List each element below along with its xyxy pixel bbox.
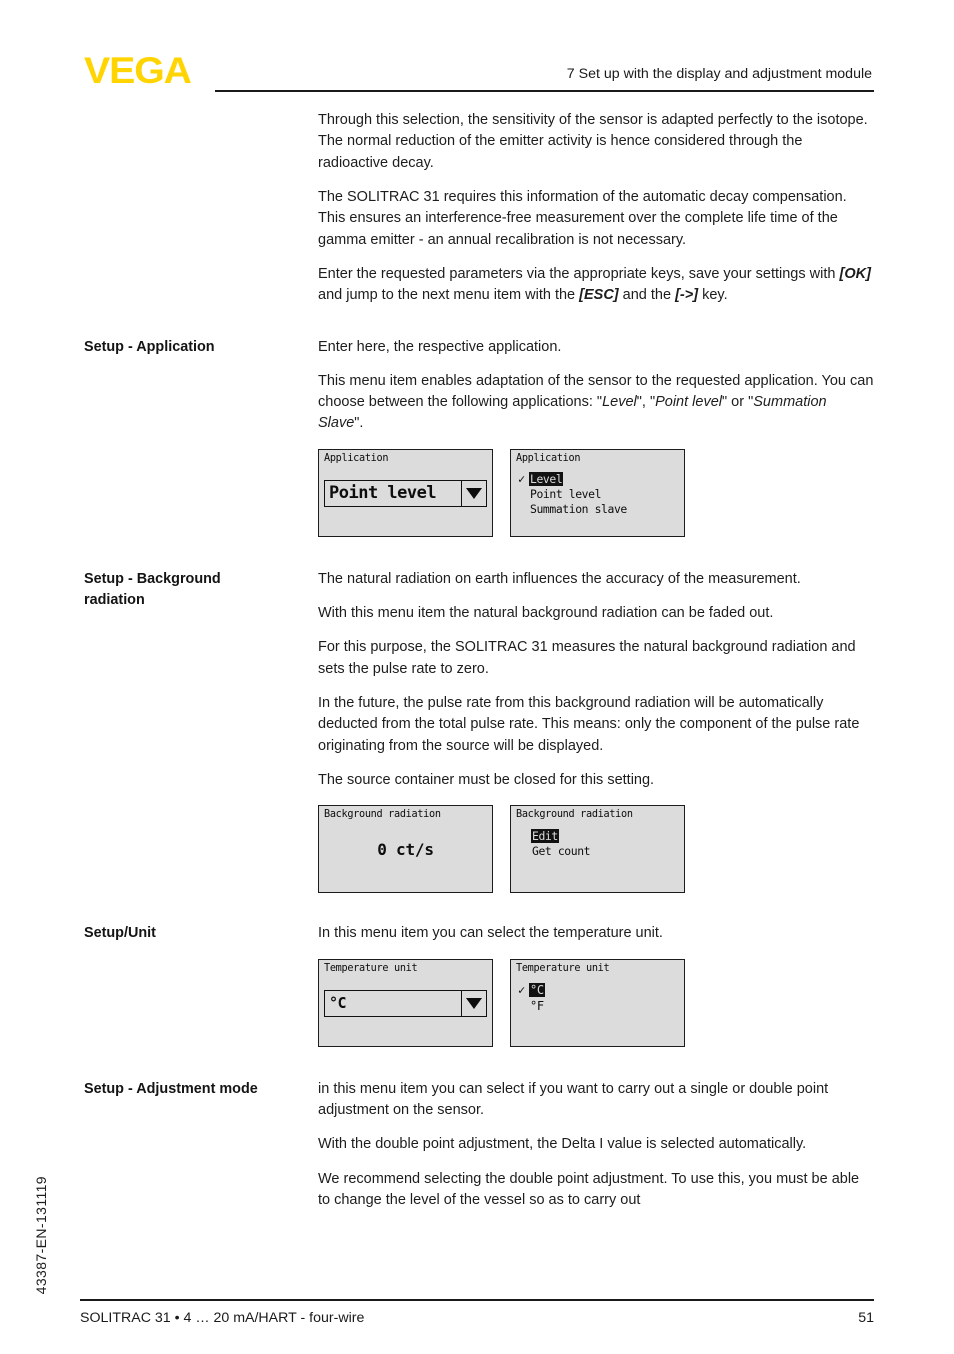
- section-body-adjustment: in this menu item you can select if you …: [318, 1079, 954, 1212]
- lcd-option-summation-slave[interactable]: Summation slave: [518, 502, 680, 517]
- background-paragraph-2: With this menu item the natural backgrou…: [318, 605, 774, 622]
- application-term-level: Level: [602, 394, 637, 411]
- vega-logo: VEGA: [84, 50, 192, 91]
- section-body-unit: In this menu item you can select the tem…: [318, 923, 954, 1052]
- lcd-unit-list: Temperature unit ✓ °C °F: [510, 958, 685, 1047]
- application-p2-part-b: ", ": [636, 394, 656, 411]
- lcd-option-level-label: Level: [529, 472, 564, 487]
- lcd-option-list-unit: ✓ °C °F: [518, 982, 680, 1014]
- check-icon: ✓: [518, 472, 525, 487]
- lcd-option-edit-label: Edit: [531, 828, 559, 843]
- footer-document-line: SOLITRAC 31 • 4 … 20 mA/HART - four-wire: [80, 1310, 365, 1326]
- intro-paragraph-1: Through this selection, the sensitivity …: [318, 112, 868, 171]
- application-p2-part-d: ".: [354, 415, 364, 432]
- intro-paragraph-3: Enter the requested parameters via the a…: [318, 264, 874, 307]
- application-paragraph-2: This menu item enables adaptation of the…: [318, 371, 874, 435]
- section-setup-unit: Setup/Unit In this menu item you can sel…: [0, 923, 954, 1052]
- document-code: 43387-EN-131119: [33, 1175, 49, 1294]
- page-header: VEGA 7 Set up with the display and adjus…: [0, 0, 954, 100]
- section-label-adjustment-col: Setup - Adjustment mode: [0, 1079, 318, 1100]
- lcd-background-menu: Background radiation Edit Get count: [510, 805, 685, 894]
- lcd-application-closed: Application Point level: [318, 448, 493, 537]
- intro-p3-part-b: and jump to the next menu item with the: [318, 287, 580, 304]
- lcd-dropdown-application[interactable]: Point level: [324, 479, 487, 507]
- lcd-title-background-right: Background radiation: [516, 809, 633, 821]
- section-label-unit: Setup/Unit: [84, 925, 156, 942]
- chevron-down-icon[interactable]: [461, 480, 486, 506]
- lcd-option-get-count-label: Get count: [532, 843, 591, 858]
- intro-p3-part-d: key.: [698, 287, 728, 304]
- lcd-option-list-application: ✓ Level Point level Summation slave: [518, 472, 680, 517]
- intro-paragraph-2: The SOLITRAC 31 requires this informatio…: [318, 188, 847, 248]
- lcd-dropdown-unit[interactable]: °C: [324, 989, 487, 1017]
- page-content: Through this selection, the sensitivity …: [0, 110, 954, 1211]
- lcd-option-edit[interactable]: Edit: [531, 828, 680, 843]
- lcd-option-get-count[interactable]: Get count: [531, 843, 680, 858]
- application-p2-part-c: " or ": [722, 394, 754, 411]
- lcd-title-unit-right: Temperature unit: [516, 962, 610, 974]
- section-setup-background-radiation: Setup - Background radiation The natural…: [0, 569, 954, 900]
- footer-divider: [80, 1299, 874, 1301]
- lcd-option-fahrenheit[interactable]: °F: [518, 998, 680, 1014]
- background-paragraph-5: The source container must be closed for …: [318, 771, 655, 788]
- background-paragraph-1: The natural radiation on earth influence…: [318, 570, 801, 587]
- intro-body: Through this selection, the sensitivity …: [318, 110, 954, 307]
- chevron-down-icon[interactable]: [461, 990, 486, 1016]
- section-label-application-col: Setup - Application: [0, 337, 318, 358]
- lcd-option-point-level-label: Point level: [530, 487, 602, 502]
- check-icon: ✓: [518, 982, 525, 997]
- lcd-dropdown-application-value: Point level: [329, 483, 437, 504]
- application-paragraph-1: Enter here, the respective application.: [318, 338, 562, 355]
- intro-p3-part-c: and the: [618, 287, 676, 304]
- background-paragraph-4: In the future, the pulse rate from this …: [318, 695, 860, 754]
- lcd-application-list: Application ✓ Level Point level Summation…: [510, 448, 685, 537]
- lcd-title-background-left: Background radiation: [324, 809, 441, 821]
- lcd-background-value: Background radiation 0 ct/s: [318, 805, 493, 894]
- lcd-option-point-level[interactable]: Point level: [518, 487, 680, 502]
- lcd-dropdown-unit-value: °C: [329, 994, 347, 1013]
- chapter-title: 7 Set up with the display and adjustment…: [566, 66, 872, 82]
- lcd-title-application-left: Application: [324, 452, 389, 464]
- lcd-background-count-value: 0 ct/s: [377, 840, 434, 860]
- adjustment-paragraph-3: We recommend selecting the double point …: [318, 1170, 860, 1208]
- lcd-pair-background: Background radiation 0 ct/s Background r…: [318, 805, 874, 894]
- lcd-pair-application: Application Point level Application ✓ Lev…: [318, 448, 874, 537]
- lcd-title-application-right: Application: [516, 452, 581, 464]
- lcd-option-list-background: Edit Get count: [531, 828, 680, 858]
- section-setup-adjustment-mode: Setup - Adjustment mode in this menu ite…: [0, 1079, 954, 1212]
- lcd-option-celsius-label: °C: [529, 982, 545, 997]
- section-body-background: The natural radiation on earth influence…: [318, 569, 954, 900]
- lcd-title-unit-left: Temperature unit: [324, 962, 418, 974]
- section-body-application: Enter here, the respective application. …: [318, 337, 954, 543]
- section-label-application: Setup - Application: [84, 338, 215, 355]
- lcd-option-summation-slave-label: Summation slave: [530, 502, 627, 517]
- lcd-option-fahrenheit-label: °F: [530, 998, 544, 1013]
- adjustment-paragraph-1: in this menu item you can select if you …: [318, 1080, 829, 1118]
- key-arrow: [->]: [675, 287, 699, 304]
- lcd-unit-closed: Temperature unit °C: [318, 958, 493, 1047]
- intro-p3-part-a: Enter the requested parameters via the a…: [318, 265, 840, 282]
- lcd-pair-unit: Temperature unit °C Temperature unit ✓ °C…: [318, 958, 874, 1047]
- background-paragraph-3: For this purpose, the SOLITRAC 31 measur…: [318, 639, 856, 677]
- unit-paragraph-1: In this menu item you can select the tem…: [318, 925, 663, 942]
- intro-block: Through this selection, the sensitivity …: [0, 110, 954, 307]
- section-label-background-line1: Setup - Background: [84, 570, 221, 587]
- section-label-background-line2: radiation: [84, 591, 145, 608]
- section-label-adjustment: Setup - Adjustment mode: [84, 1080, 258, 1097]
- page-number: 51: [858, 1310, 874, 1326]
- lcd-option-level[interactable]: ✓ Level: [518, 472, 680, 487]
- lcd-option-celsius[interactable]: ✓ °C: [518, 982, 680, 998]
- adjustment-paragraph-2: With the double point adjustment, the De…: [318, 1136, 807, 1153]
- application-term-point-level: Point level: [655, 394, 722, 411]
- key-ok: [OK]: [839, 265, 871, 282]
- section-label-background-col: Setup - Background radiation: [0, 569, 318, 611]
- header-divider: [215, 90, 874, 92]
- section-setup-application: Setup - Application Enter here, the resp…: [0, 337, 954, 543]
- key-esc: [ESC]: [579, 287, 619, 304]
- section-label-unit-col: Setup/Unit: [0, 923, 318, 944]
